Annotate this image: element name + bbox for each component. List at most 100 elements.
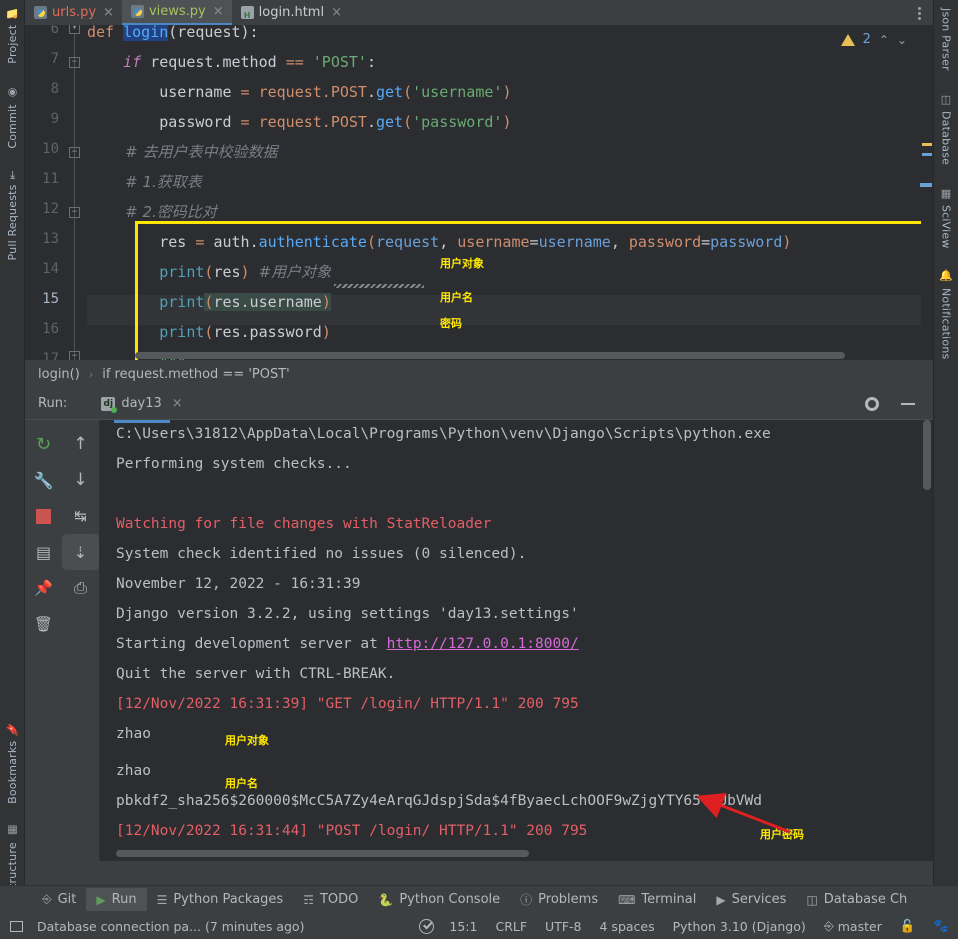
bookmark-icon: 🔖 bbox=[5, 721, 19, 736]
code-editor[interactable]: 6 7 8 9 10 11 12 13 14 15 16 17 ▾ − − − … bbox=[25, 25, 933, 360]
close-icon[interactable]: × bbox=[213, 4, 224, 19]
console-line: zhao bbox=[116, 763, 151, 779]
sidebar-item-sciview[interactable]: ▦ SciView bbox=[940, 183, 953, 253]
status-message[interactable]: Database connection pa... (7 minutes ago… bbox=[28, 919, 313, 934]
sidebar-item-database[interactable]: ◫ Database bbox=[940, 89, 953, 169]
git-branch-icon: ⎆ bbox=[823, 918, 834, 933]
minimize-icon[interactable] bbox=[901, 402, 915, 405]
server-url-link[interactable]: http://127.0.0.1:8000/ bbox=[387, 636, 579, 652]
close-icon[interactable]: × bbox=[172, 396, 183, 411]
tool-window-label: Database Ch bbox=[823, 892, 908, 907]
console-line: Quit the server with CTRL-BREAK. bbox=[116, 666, 396, 682]
sidebar-item-commit[interactable]: Commit ◉ bbox=[6, 82, 19, 153]
run-config-name: day13 bbox=[121, 396, 162, 411]
clear-all-button[interactable]: 🗑 bbox=[25, 606, 62, 642]
console-line: November 12, 2022 - 16:31:39 bbox=[116, 576, 361, 592]
bottom-tool-window-bar: ⎆ Git ▶ Run ☰ Python Packages ☶ TODO 🐍 P… bbox=[0, 885, 958, 913]
database-label: Database bbox=[939, 111, 953, 166]
console-line-server: Starting development server at http://12… bbox=[116, 636, 579, 652]
stop-button[interactable] bbox=[25, 498, 62, 534]
sidebar-item-notifications[interactable]: 🔔 Notifications bbox=[940, 265, 953, 363]
breadcrumb-item-login[interactable]: login() bbox=[38, 367, 80, 382]
previous-problem-icon[interactable]: ⌃ bbox=[879, 33, 889, 47]
file-encoding[interactable]: UTF-8 bbox=[536, 919, 590, 934]
tab-views-py[interactable]: views.py × bbox=[121, 0, 232, 25]
tool-window-label: Python Console bbox=[399, 892, 501, 907]
tool-window-run[interactable]: ▶ Run bbox=[86, 888, 147, 911]
console-annotation-username: 用户名 bbox=[225, 777, 258, 790]
run-configuration-tab[interactable]: dj day13 × bbox=[95, 393, 188, 414]
sidebar-item-json-parser[interactable]: Json Parser bbox=[940, 4, 953, 75]
sidebar-item-bookmarks[interactable]: Bookmarks 🔖 bbox=[6, 718, 19, 808]
breadcrumb: login() › if request.method == 'POST' bbox=[25, 360, 933, 388]
tab-login-html[interactable]: login.html × bbox=[232, 0, 350, 25]
soft-wrap-button[interactable]: ↹ bbox=[62, 498, 99, 534]
console-line: System check identified no issues (0 sil… bbox=[116, 546, 527, 562]
line-number: 9 bbox=[50, 111, 59, 127]
git-branch-icon: ⎆ bbox=[42, 892, 52, 906]
console-line-hash: pbkdf2_sha256$260000$McC5A7Zy4eArqGJdspj… bbox=[116, 793, 763, 809]
tool-window-label: Git bbox=[57, 892, 77, 907]
tab-overflow-menu-icon[interactable] bbox=[911, 4, 927, 22]
indent-setting[interactable]: 4 spaces bbox=[591, 919, 664, 934]
line-number: 10 bbox=[42, 141, 59, 157]
pin-tab-button[interactable]: 📌 bbox=[25, 570, 62, 606]
console-line: Django version 3.2.2, using settings 'da… bbox=[116, 606, 579, 622]
tool-window-problems[interactable]: ⓘ Problems bbox=[510, 887, 608, 912]
line-number: 14 bbox=[42, 261, 59, 277]
next-problem-icon[interactable]: ⌄ bbox=[897, 33, 907, 47]
rerun-button[interactable]: ↻ bbox=[25, 426, 62, 462]
fold-guide bbox=[74, 33, 75, 360]
tool-window-git[interactable]: ⎆ Git bbox=[32, 888, 86, 911]
tool-window-terminal[interactable]: ⌨ Terminal bbox=[608, 888, 706, 911]
problems-icon: ⓘ bbox=[520, 893, 533, 907]
notifications-label: Notifications bbox=[939, 287, 953, 359]
inspection-check-icon[interactable] bbox=[419, 918, 435, 934]
scroll-up-button[interactable]: ↑ bbox=[62, 426, 99, 462]
wrench-settings-button[interactable]: 🔧 bbox=[25, 462, 62, 498]
fold-toggle-icon[interactable]: − bbox=[69, 57, 80, 68]
console-annotation-password: 用户密码 bbox=[760, 828, 804, 841]
sidebar-item-project[interactable]: Project 📁 bbox=[6, 2, 19, 68]
packages-icon: ☰ bbox=[156, 892, 168, 907]
print-button[interactable]: ⎙ bbox=[62, 570, 99, 606]
console-horizontal-scrollbar[interactable] bbox=[116, 850, 529, 857]
scroll-down-button[interactable]: ↓ bbox=[62, 462, 99, 498]
duckduckgo-icon[interactable]: 🐾 bbox=[924, 918, 958, 934]
python-interpreter[interactable]: Python 3.10 (Django) bbox=[664, 919, 815, 934]
tool-window-python-packages[interactable]: ☰ Python Packages bbox=[147, 888, 294, 911]
commit-icon: ◉ bbox=[5, 85, 19, 99]
tool-window-database-changes[interactable]: ◫ Database Ch bbox=[796, 888, 917, 911]
scroll-to-end-button[interactable]: ⇣ bbox=[62, 534, 99, 570]
layout-button[interactable]: ▤ bbox=[25, 534, 62, 570]
console-line-text: Starting development server at bbox=[116, 636, 387, 652]
event-log-icon[interactable] bbox=[10, 920, 23, 932]
breadcrumb-item-if[interactable]: if request.method == 'POST' bbox=[102, 367, 290, 382]
editor-horizontal-scrollbar[interactable] bbox=[135, 352, 845, 359]
tab-urls-py[interactable]: urls.py × bbox=[25, 0, 122, 25]
python-file-icon bbox=[130, 5, 144, 18]
run-console[interactable]: C:\Users\31812\AppData\Local\Programs\Py… bbox=[100, 420, 933, 861]
editor-marker-bar[interactable] bbox=[920, 25, 933, 360]
fold-toggle-icon[interactable]: − bbox=[69, 351, 80, 360]
fold-toggle-icon[interactable]: − bbox=[69, 147, 80, 158]
console-vertical-scrollbar[interactable] bbox=[923, 420, 931, 490]
fold-toggle-icon[interactable]: ▾ bbox=[69, 25, 80, 34]
console-line: Watching for file changes with StatReloa… bbox=[116, 516, 492, 532]
close-icon[interactable]: × bbox=[331, 5, 342, 20]
caret-position[interactable]: 15:1 bbox=[440, 919, 486, 934]
tool-window-services[interactable]: ▶ Services bbox=[706, 888, 796, 911]
line-separator[interactable]: CRLF bbox=[486, 919, 536, 934]
git-branch[interactable]: master bbox=[836, 919, 891, 934]
fold-toggle-icon[interactable]: − bbox=[69, 207, 80, 218]
lock-icon[interactable]: 🔓 bbox=[891, 918, 925, 934]
todo-list-icon: ☶ bbox=[303, 892, 314, 907]
terminal-icon: ⌨ bbox=[618, 892, 636, 907]
close-icon[interactable]: × bbox=[103, 5, 114, 20]
sidebar-item-pull-requests[interactable]: Pull Requests ⇤ bbox=[6, 166, 19, 264]
tool-window-todo[interactable]: ☶ TODO bbox=[293, 888, 368, 911]
code-text-area[interactable]: def login(request): if request.method ==… bbox=[87, 25, 933, 360]
gear-icon[interactable] bbox=[865, 396, 879, 411]
tool-window-python-console[interactable]: 🐍 Python Console bbox=[368, 888, 510, 911]
inspection-widget[interactable]: 2 ⌃ ⌄ bbox=[840, 32, 907, 47]
